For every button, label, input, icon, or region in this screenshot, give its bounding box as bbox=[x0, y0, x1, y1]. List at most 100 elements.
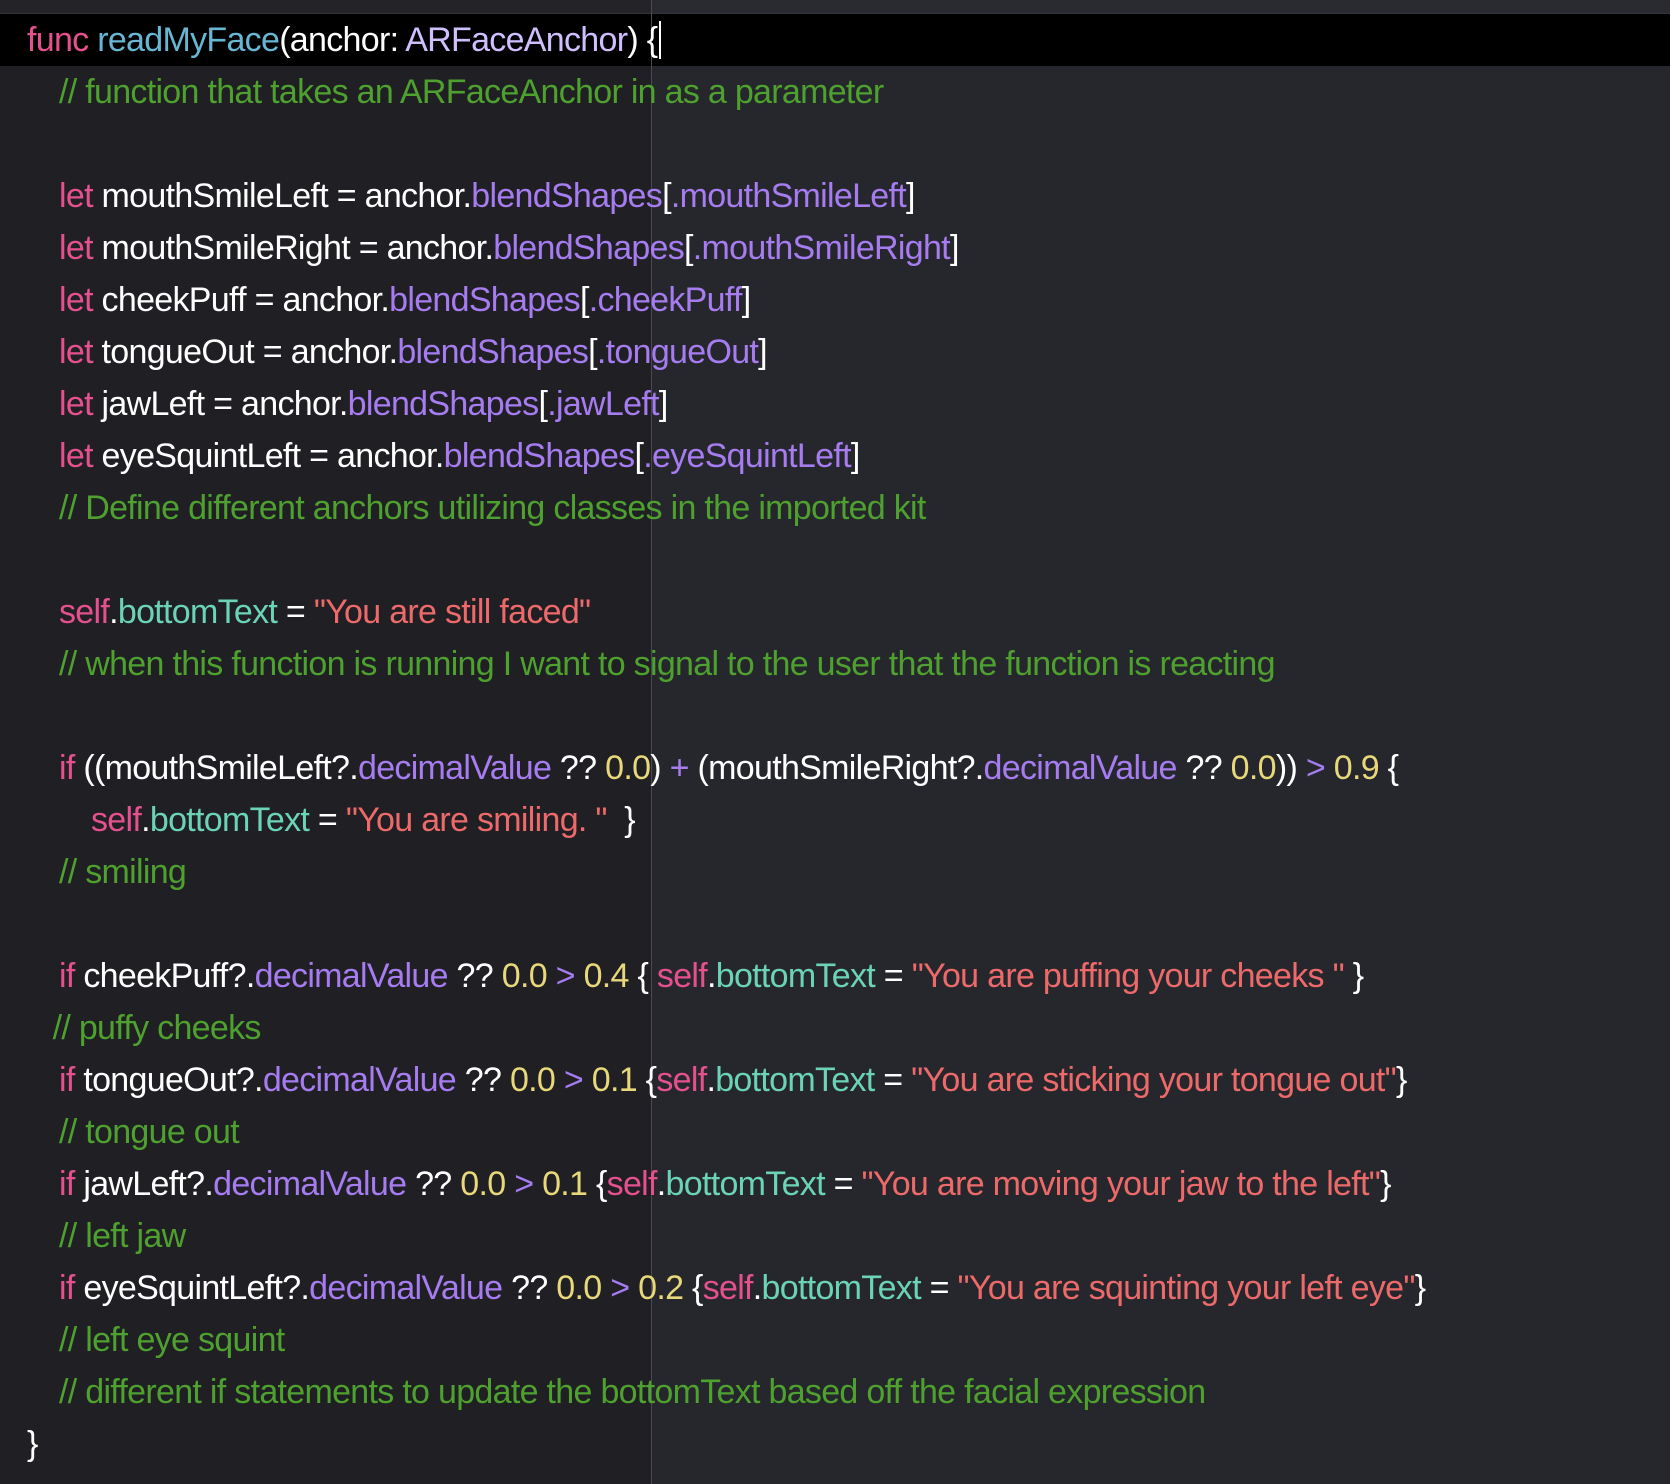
plain-token: mouthSmileRight = anchor. bbox=[92, 229, 494, 267]
plain-token: ] bbox=[949, 229, 959, 267]
plain-token: ?? bbox=[447, 957, 502, 995]
code-line[interactable]: let jawLeft = anchor.blendShapes[.jawLef… bbox=[59, 378, 668, 430]
keyword-token: if bbox=[59, 1165, 75, 1203]
code-line[interactable]: // left eye squint bbox=[59, 1314, 285, 1366]
plain-token: (mouthSmileRight?. bbox=[688, 749, 985, 787]
member-token: blendShapes bbox=[493, 229, 685, 267]
code-line[interactable]: let mouthSmileLeft = anchor.blendShapes[… bbox=[59, 170, 915, 222]
plain-token: { bbox=[683, 1269, 703, 1307]
plain-token: [ bbox=[538, 385, 548, 423]
code-editor[interactable]: func readMyFace(anchor: ARFaceAnchor) {/… bbox=[0, 0, 1670, 1484]
code-line[interactable]: // tongue out bbox=[59, 1106, 240, 1158]
operator-token: > bbox=[1305, 749, 1326, 787]
plain-token: . bbox=[656, 1165, 666, 1203]
plain-token: [ bbox=[588, 333, 597, 371]
plain-token: cheekPuff = anchor. bbox=[92, 281, 390, 319]
code-line[interactable]: // different if statements to update the… bbox=[59, 1366, 1206, 1418]
code-line[interactable]: if eyeSquintLeft?.decimalValue ?? 0.0 > … bbox=[59, 1262, 1426, 1314]
plain-token: { bbox=[636, 1061, 657, 1099]
code-line[interactable]: func readMyFace(anchor: ARFaceAnchor) { bbox=[27, 14, 662, 66]
code-line[interactable]: self.bottomText = "You are still faced" bbox=[59, 586, 591, 638]
code-line[interactable]: let mouthSmileRight = anchor.blendShapes… bbox=[59, 222, 959, 274]
plain-token: { bbox=[1378, 749, 1399, 787]
plain-token: } bbox=[27, 1425, 38, 1463]
member-token: decimalValue bbox=[213, 1165, 407, 1203]
code-line[interactable]: // Define different anchors utilizing cl… bbox=[59, 482, 926, 534]
number-token: 0.0 bbox=[509, 1061, 556, 1099]
plain-token: = bbox=[824, 1165, 862, 1203]
member-token: .tongueOut bbox=[596, 333, 759, 371]
code-line[interactable]: let cheekPuff = anchor.blendShapes[.chee… bbox=[59, 274, 751, 326]
keyword-token: let bbox=[59, 177, 94, 215]
number-token: 0.0 bbox=[556, 1269, 602, 1307]
keyword-token: self bbox=[91, 801, 142, 839]
keyword-token: if bbox=[59, 749, 75, 787]
plain-token: mouthSmileLeft = anchor. bbox=[92, 177, 472, 215]
plain-token: . bbox=[109, 593, 118, 631]
plain-token: ] bbox=[758, 333, 767, 371]
funcname-token: readMyFace bbox=[97, 21, 280, 59]
plain-token: ) bbox=[650, 749, 670, 787]
plain-token: } bbox=[1343, 957, 1364, 995]
number-token: 0.0 bbox=[605, 749, 651, 787]
code-line[interactable]: if tongueOut?.decimalValue ?? 0.0 > 0.1 … bbox=[59, 1054, 1407, 1106]
plain-token: . bbox=[752, 1269, 762, 1307]
operator-token: + bbox=[669, 749, 690, 787]
code-line[interactable]: let eyeSquintLeft = anchor.blendShapes[.… bbox=[59, 430, 860, 482]
plain-token: . bbox=[707, 957, 716, 995]
operator-token: > bbox=[610, 1269, 630, 1307]
editor-top-strip bbox=[0, 0, 1670, 14]
code-line[interactable]: self.bottomText = "You are smiling. " } bbox=[91, 794, 636, 846]
plain-token: } bbox=[1396, 1061, 1407, 1099]
plain-token: = bbox=[277, 593, 314, 631]
keyword-token: let bbox=[59, 385, 94, 423]
plain-token: ) { bbox=[627, 21, 658, 59]
code-line[interactable]: if jawLeft?.decimalValue ?? 0.0 > 0.1 {s… bbox=[59, 1158, 1391, 1210]
operator-token: > bbox=[563, 1061, 584, 1099]
plain-token: cheekPuff?. bbox=[74, 957, 255, 995]
comment-token: // left eye squint bbox=[59, 1321, 285, 1359]
keyword-token: self bbox=[702, 1269, 754, 1307]
plain-token: tongueOut?. bbox=[74, 1061, 263, 1099]
plain-token: } bbox=[1414, 1269, 1426, 1307]
code-line[interactable]: // when this function is running I want … bbox=[59, 638, 1276, 690]
keyword-token: if bbox=[59, 1269, 75, 1307]
plain-token: [ bbox=[634, 437, 644, 475]
number-token: 0.4 bbox=[583, 957, 630, 995]
plain-token: ] bbox=[658, 385, 668, 423]
number-token: 0.1 bbox=[542, 1165, 588, 1203]
keyword-token: if bbox=[59, 1061, 75, 1099]
plain-token: ?? bbox=[456, 1061, 510, 1099]
plain-token: ((mouthSmileLeft?. bbox=[74, 749, 358, 787]
code-line[interactable]: // smiling bbox=[59, 846, 187, 898]
keyword-token: self bbox=[656, 1061, 707, 1099]
comment-token: // tongue out bbox=[59, 1113, 240, 1151]
code-line[interactable]: } bbox=[27, 1418, 38, 1470]
keyword-token: let bbox=[59, 229, 94, 267]
member-token: .cheekPuff bbox=[588, 281, 743, 319]
plain-token: ] bbox=[850, 437, 860, 475]
code-line[interactable]: if ((mouthSmileLeft?.decimalValue ?? 0.0… bbox=[59, 742, 1399, 794]
property-token: bottomText bbox=[715, 1061, 875, 1099]
comment-token: // puffy cheeks bbox=[52, 1009, 262, 1047]
member-token: blendShapes bbox=[389, 281, 581, 319]
plain-token: jawLeft = anchor. bbox=[92, 385, 349, 423]
plain-token: = bbox=[875, 957, 912, 995]
plain-token: . bbox=[706, 1061, 716, 1099]
plain-token: [ bbox=[684, 229, 693, 267]
number-token: 0.0 bbox=[1230, 749, 1277, 787]
code-line[interactable]: // left jaw bbox=[59, 1210, 186, 1262]
string-token: "You are squinting your left eye" bbox=[957, 1269, 1416, 1307]
code-line[interactable]: // puffy cheeks bbox=[52, 1002, 262, 1054]
code-line[interactable]: let tongueOut = anchor.blendShapes[.tong… bbox=[59, 326, 768, 378]
code-line[interactable]: if cheekPuff?.decimalValue ?? 0.0 > 0.4 … bbox=[59, 950, 1364, 1002]
operator-token: > bbox=[555, 957, 576, 995]
code-line[interactable]: // function that takes an ARFaceAnchor i… bbox=[59, 66, 884, 118]
number-token: 0.0 bbox=[460, 1165, 506, 1203]
plain-token: ?? bbox=[406, 1165, 461, 1203]
